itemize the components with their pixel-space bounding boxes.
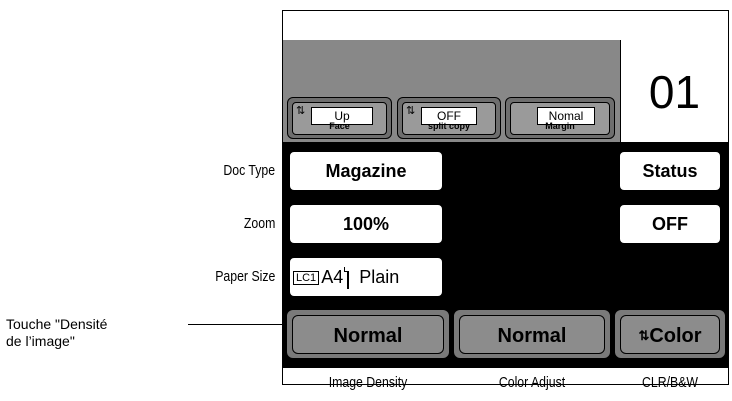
zoom-button[interactable]: 100%	[288, 203, 444, 245]
doc-type-button[interactable]: Magazine	[288, 150, 444, 192]
color-mode-button[interactable]: ⇅Color	[613, 308, 727, 360]
cycle-arrows-icon: ⇅	[296, 105, 306, 117]
image-density-label: Image Density	[328, 374, 408, 391]
callout-line-1: Touche "Densité	[6, 316, 108, 332]
paper-size-label: Paper Size	[214, 268, 275, 285]
split-copy-button[interactable]: ⇅ OFF split copy	[397, 97, 501, 139]
image-density-value: Normal	[292, 315, 444, 354]
image-density-button[interactable]: Normal	[285, 308, 451, 360]
color-adjust-button[interactable]: Normal	[452, 308, 612, 360]
copy-count-value: 01	[648, 66, 701, 118]
paper-size-value: A4	[321, 267, 344, 287]
doc-type-label: Doc Type	[223, 162, 275, 179]
callout-leader-line	[188, 324, 285, 325]
doc-type-value: Magazine	[325, 161, 407, 181]
status-label: Status	[642, 161, 698, 181]
face-caption: Face	[329, 121, 350, 131]
zoom-label: Zoom	[243, 215, 275, 232]
clr-bw-label: CLR/B&W	[641, 374, 699, 391]
tray-label: LC1	[293, 270, 320, 285]
cycle-arrows-icon: ⇅	[638, 328, 650, 343]
color-adjust-value: Normal	[459, 315, 605, 354]
color-adjust-label: Color Adjust	[498, 374, 566, 391]
callout-line-2: de l’image"	[6, 333, 75, 349]
copy-counter: 01	[620, 40, 728, 142]
color-mode-value: Color	[649, 325, 702, 347]
cycle-arrows-icon: ⇅	[406, 105, 416, 117]
zoom-value: 100%	[342, 214, 390, 234]
status-button[interactable]: Status	[618, 150, 722, 192]
split-copy-caption: split copy	[427, 121, 470, 131]
callout-label: Touche "Densité de l’image"	[6, 316, 107, 350]
face-button[interactable]: ⇅ Up Face	[287, 97, 392, 139]
margin-caption: Margin	[545, 121, 575, 131]
paper-media-value: Plain	[359, 267, 400, 287]
off-button[interactable]: OFF	[618, 203, 722, 245]
document-icon	[347, 267, 350, 290]
margin-button[interactable]: Nomal Margin	[505, 97, 615, 139]
off-label: OFF	[652, 214, 688, 234]
paper-size-button[interactable]: LC1 A4 Plain	[288, 256, 444, 298]
